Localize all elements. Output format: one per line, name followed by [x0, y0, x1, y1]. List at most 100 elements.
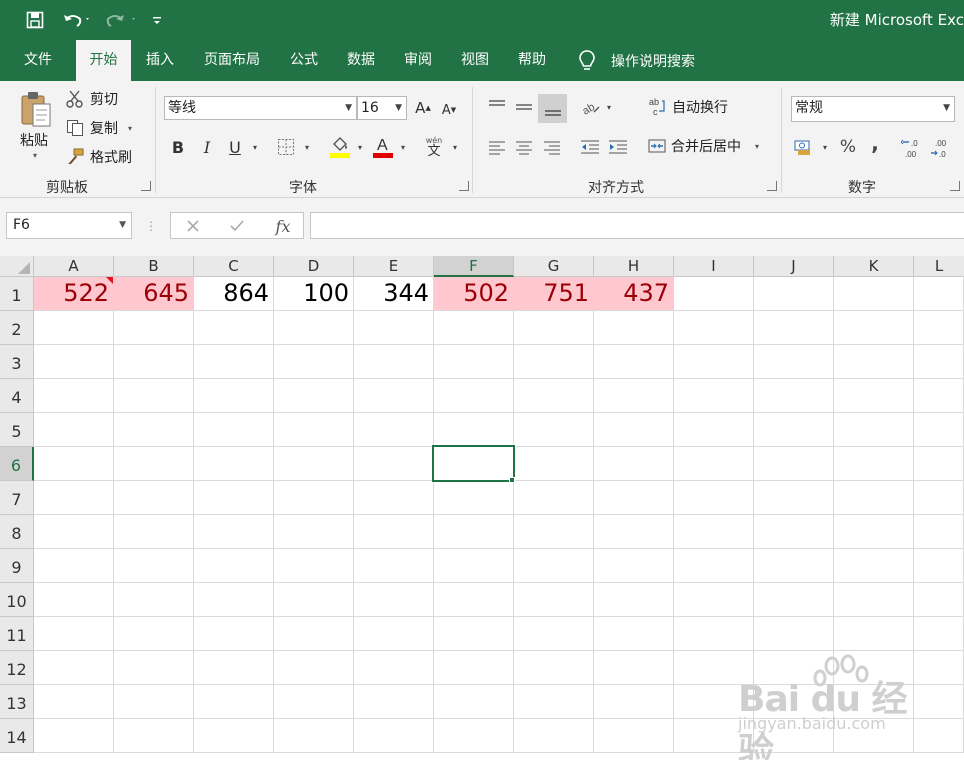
column-header-d[interactable]: D	[274, 256, 354, 277]
cell-l10[interactable]	[914, 583, 964, 617]
cell-f8[interactable]	[434, 515, 514, 549]
cell-h9[interactable]	[594, 549, 674, 583]
cell-f13[interactable]	[434, 685, 514, 719]
tab-review[interactable]: 审阅	[394, 40, 442, 81]
cell-k4[interactable]	[834, 379, 914, 413]
cell-h12[interactable]	[594, 651, 674, 685]
cell-h10[interactable]	[594, 583, 674, 617]
comma-button[interactable]: ,	[865, 131, 885, 155]
cell-l4[interactable]	[914, 379, 964, 413]
cell-a6[interactable]	[34, 447, 114, 481]
cell-d3[interactable]	[274, 345, 354, 379]
cell-b9[interactable]	[114, 549, 194, 583]
cell-c3[interactable]	[194, 345, 274, 379]
column-header-a[interactable]: A	[34, 256, 114, 277]
cell-f14[interactable]	[434, 719, 514, 753]
cell-b8[interactable]	[114, 515, 194, 549]
save-icon[interactable]	[24, 8, 46, 32]
cell-h1[interactable]: 437	[594, 277, 674, 311]
cell-d4[interactable]	[274, 379, 354, 413]
cell-e11[interactable]	[354, 617, 434, 651]
cell-a12[interactable]	[34, 651, 114, 685]
cell-j7[interactable]	[754, 481, 834, 515]
cell-h3[interactable]	[594, 345, 674, 379]
cell-i6[interactable]	[674, 447, 754, 481]
cell-j11[interactable]	[754, 617, 834, 651]
tab-home[interactable]: 开始	[76, 40, 131, 81]
cell-f3[interactable]	[434, 345, 514, 379]
cell-d14[interactable]	[274, 719, 354, 753]
row-header-13[interactable]: 13	[0, 685, 34, 719]
cell-a7[interactable]	[34, 481, 114, 515]
fill-color-icon[interactable]	[328, 134, 352, 160]
row-header-9[interactable]: 9	[0, 549, 34, 583]
cell-k6[interactable]	[834, 447, 914, 481]
cell-g10[interactable]	[514, 583, 594, 617]
cell-i2[interactable]	[674, 311, 754, 345]
formula-input[interactable]	[310, 212, 964, 239]
row-header-4[interactable]: 4	[0, 379, 34, 413]
cell-b2[interactable]	[114, 311, 194, 345]
cell-a13[interactable]	[34, 685, 114, 719]
splitter-handle-icon[interactable]: ⋮	[145, 216, 157, 236]
cell-l9[interactable]	[914, 549, 964, 583]
fill-color-dropdown-icon[interactable]: ▾	[354, 139, 366, 155]
cell-g7[interactable]	[514, 481, 594, 515]
cell-e9[interactable]	[354, 549, 434, 583]
cell-e4[interactable]	[354, 379, 434, 413]
cell-c14[interactable]	[194, 719, 274, 753]
orientation-icon[interactable]: ab	[580, 96, 602, 118]
fill-handle[interactable]	[509, 477, 515, 483]
cell-g8[interactable]	[514, 515, 594, 549]
cell-l11[interactable]	[914, 617, 964, 651]
cell-a3[interactable]	[34, 345, 114, 379]
tab-file[interactable]: 文件	[12, 40, 64, 81]
cell-k5[interactable]	[834, 413, 914, 447]
font-launcher-icon[interactable]	[459, 181, 469, 191]
cell-b4[interactable]	[114, 379, 194, 413]
cell-c9[interactable]	[194, 549, 274, 583]
redo-icon[interactable]	[102, 8, 142, 32]
wrap-text-button[interactable]: ab c 自动换行	[648, 97, 728, 117]
cell-g2[interactable]	[514, 311, 594, 345]
row-header-3[interactable]: 3	[0, 345, 34, 379]
cell-c4[interactable]	[194, 379, 274, 413]
cell-a4[interactable]	[34, 379, 114, 413]
clipboard-launcher-icon[interactable]	[141, 181, 151, 191]
cell-h8[interactable]	[594, 515, 674, 549]
column-header-i[interactable]: I	[674, 256, 754, 277]
cell-e1[interactable]: 344	[354, 277, 434, 311]
cell-c2[interactable]	[194, 311, 274, 345]
cell-a9[interactable]	[34, 549, 114, 583]
row-header-7[interactable]: 7	[0, 481, 34, 515]
cell-i9[interactable]	[674, 549, 754, 583]
cell-d11[interactable]	[274, 617, 354, 651]
cell-d10[interactable]	[274, 583, 354, 617]
paste-button[interactable]: 粘贴	[20, 130, 48, 150]
row-header-6[interactable]: 6	[0, 447, 34, 481]
cell-e5[interactable]	[354, 413, 434, 447]
cell-f2[interactable]	[434, 311, 514, 345]
cell-b6[interactable]	[114, 447, 194, 481]
row-header-10[interactable]: 10	[0, 583, 34, 617]
column-header-k[interactable]: K	[834, 256, 914, 277]
undo-icon[interactable]	[60, 8, 94, 32]
cell-e3[interactable]	[354, 345, 434, 379]
cancel-icon[interactable]	[183, 216, 203, 236]
cell-a8[interactable]	[34, 515, 114, 549]
cell-b3[interactable]	[114, 345, 194, 379]
cell-g5[interactable]	[514, 413, 594, 447]
cell-k9[interactable]	[834, 549, 914, 583]
merge-center-button[interactable]: 合并后居中 ▾	[648, 136, 759, 156]
align-middle-icon[interactable]	[513, 96, 535, 118]
cell-l8[interactable]	[914, 515, 964, 549]
cell-i10[interactable]	[674, 583, 754, 617]
column-header-b[interactable]: B	[114, 256, 194, 277]
cell-c12[interactable]	[194, 651, 274, 685]
tab-formulas[interactable]: 公式	[280, 40, 328, 81]
row-header-11[interactable]: 11	[0, 617, 34, 651]
column-header-h[interactable]: H	[594, 256, 674, 277]
cell-f4[interactable]	[434, 379, 514, 413]
cell-c8[interactable]	[194, 515, 274, 549]
number-format-select[interactable]: 常规 ▼	[791, 96, 955, 122]
